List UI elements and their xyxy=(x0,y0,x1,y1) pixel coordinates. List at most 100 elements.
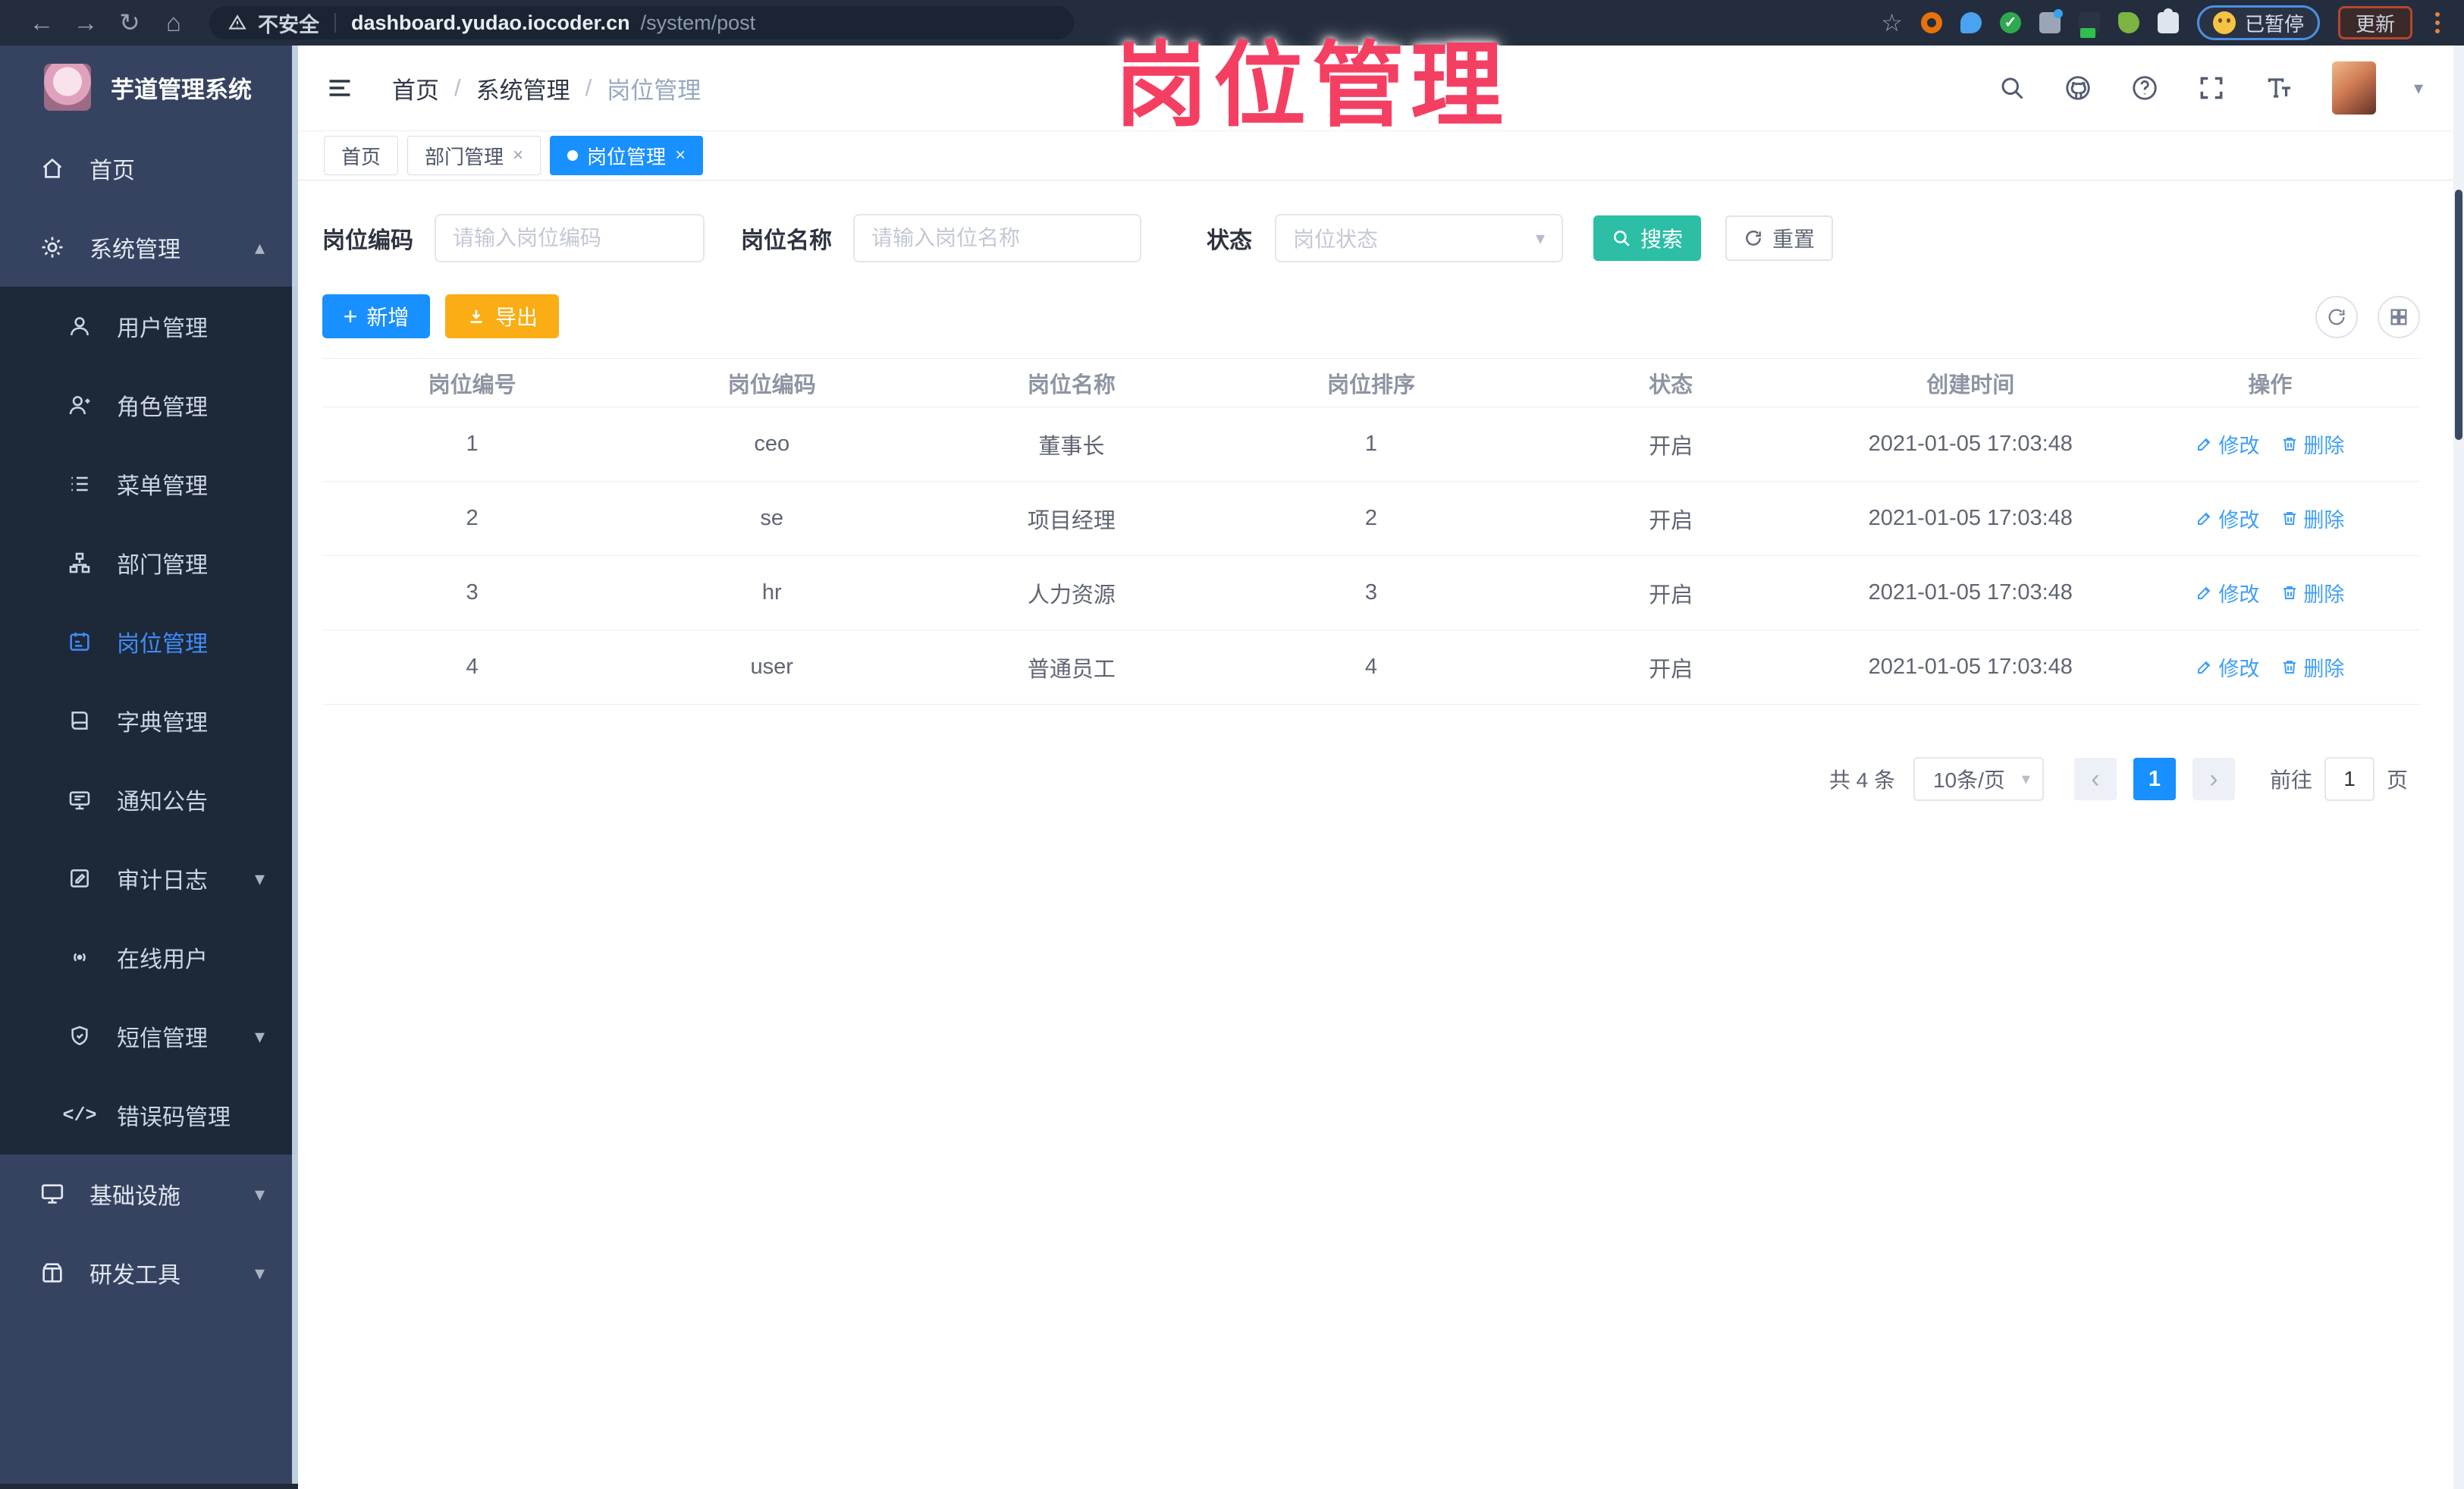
sidebar-item-用户管理[interactable]: 用户管理 xyxy=(0,287,298,366)
edit-label: 修改 xyxy=(2218,657,2260,680)
delete-link[interactable]: 删除 xyxy=(2280,429,2344,459)
status-select[interactable]: 岗位状态 ▾ xyxy=(1275,214,1563,262)
reset-button-label: 重置 xyxy=(1772,228,1815,251)
security-label[interactable]: 不安全 xyxy=(258,8,319,38)
refresh-table-button[interactable] xyxy=(2315,296,2358,338)
goto-page-input[interactable] xyxy=(2324,757,2375,801)
edit-link[interactable]: 修改 xyxy=(2196,504,2259,533)
bookmark-star-icon[interactable]: ☆ xyxy=(1881,8,1903,37)
collapse-sidebar-icon[interactable] xyxy=(324,74,356,102)
sidebar-item-label: 通知公告 xyxy=(117,790,208,815)
breadcrumb-system[interactable]: 系统管理 xyxy=(476,71,570,105)
update-label: 更新 xyxy=(2355,12,2395,36)
font-size-icon[interactable] xyxy=(2264,74,2294,102)
reset-button[interactable]: 重置 xyxy=(1725,215,1833,261)
extension-crx-icon[interactable] xyxy=(2078,12,2100,38)
sidebar-item-岗位管理[interactable]: 岗位管理 xyxy=(0,602,298,681)
search-button[interactable]: 搜索 xyxy=(1593,215,1701,261)
error-code-icon: </> xyxy=(62,1104,97,1126)
column-settings-button[interactable] xyxy=(2378,296,2420,338)
delete-link[interactable]: 删除 xyxy=(2280,652,2344,682)
sidebar-item-审计日志[interactable]: 审计日志 ▾ xyxy=(0,839,298,918)
back-icon[interactable]: ← xyxy=(20,0,64,46)
sidebar-item-研发工具[interactable]: 研发工具 ▾ xyxy=(0,1233,298,1312)
column-header-操作: 操作 xyxy=(2120,358,2420,407)
table-settings xyxy=(2315,296,2420,338)
cell-sort: 2 xyxy=(1221,481,1521,556)
sidebar-item-label: 菜单管理 xyxy=(117,474,208,499)
reload-icon[interactable]: ↻ xyxy=(108,0,152,46)
page-unit-label: 页 xyxy=(2386,768,2408,792)
table-row: 2 se 项目经理 2 开启 2021-01-05 17:03:48 修改 删除 xyxy=(322,481,2420,556)
logo[interactable]: 芋道管理系统 xyxy=(0,46,298,129)
sidebar-item-通知公告[interactable]: 通知公告 xyxy=(0,760,298,839)
close-icon[interactable]: × xyxy=(675,145,686,166)
sidebar-menu: 首页系统管理 ▴ 用户管理 角色管理菜单管理部门管理 岗位管理 字典管理通知公告审计日志 ▾… xyxy=(0,129,298,1312)
extension-check-icon[interactable]: ✓ xyxy=(1999,12,2021,33)
breadcrumb-separator: / xyxy=(585,74,592,101)
sidebar-item-菜单管理[interactable]: 菜单管理 xyxy=(0,445,298,523)
sidebar-item-字典管理[interactable]: 字典管理 xyxy=(0,681,298,760)
sidebar-item-角色管理[interactable]: 角色管理 xyxy=(0,366,298,445)
cell-actions: 修改 删除 xyxy=(2120,481,2420,556)
tab-首页[interactable]: 首页 xyxy=(324,136,399,175)
sidebar-item-错误码管理[interactable]: </> 错误码管理 xyxy=(0,1076,298,1154)
tab-岗位管理[interactable]: 岗位管理 × xyxy=(550,136,704,175)
cell-id: 2 xyxy=(322,481,623,556)
extension-leaf-icon[interactable] xyxy=(2117,12,2139,33)
role-icon xyxy=(69,396,90,415)
extension-donut-icon[interactable] xyxy=(1920,12,1942,33)
post-name-input[interactable] xyxy=(853,214,1141,262)
sidebar-scrollbar[interactable] xyxy=(292,46,298,1489)
extensions-puzzle-icon[interactable] xyxy=(2157,8,2179,33)
address-bar[interactable]: 不安全 dashboard.yudao.iocoder.cn/system/po… xyxy=(209,6,1074,39)
close-icon[interactable]: × xyxy=(513,145,523,166)
sidebar-item-部门管理[interactable]: 部门管理 xyxy=(0,523,298,602)
delete-link[interactable]: 删除 xyxy=(2280,504,2344,533)
tab-部门管理[interactable]: 部门管理 × xyxy=(407,136,541,175)
home-nav-icon[interactable]: ⌂ xyxy=(152,0,196,46)
page-size-select[interactable]: 10条/页 ▾ xyxy=(1913,757,2044,801)
sidebar-item-基础设施[interactable]: 基础设施 ▾ xyxy=(0,1154,298,1233)
browser-menu-icon[interactable] xyxy=(2431,12,2444,33)
help-icon[interactable] xyxy=(2130,74,2159,102)
cell-name: 项目经理 xyxy=(921,481,1222,556)
forward-icon[interactable]: → xyxy=(64,0,108,46)
post-code-input[interactable] xyxy=(435,214,705,262)
user-avatar[interactable] xyxy=(2331,61,2376,115)
export-button[interactable]: 导出 xyxy=(445,294,559,338)
breadcrumb: 首页 / 系统管理 / 岗位管理 xyxy=(392,71,701,105)
sidebar-item-label: 首页 xyxy=(89,159,135,184)
sidebar-item-系统管理[interactable]: 系统管理 ▴ xyxy=(0,208,298,287)
column-header-岗位编号: 岗位编号 xyxy=(322,358,623,407)
page-scrollbar[interactable] xyxy=(2453,46,2464,1489)
extension-keyboard-icon[interactable] xyxy=(2039,9,2063,33)
cell-id: 4 xyxy=(322,630,623,705)
sidebar-item-短信管理[interactable]: 短信管理 ▾ xyxy=(0,997,298,1076)
cell-status: 开启 xyxy=(1521,407,1821,482)
avatar-caret-icon[interactable]: ▾ xyxy=(2414,77,2423,99)
github-icon[interactable] xyxy=(2064,74,2092,102)
fullscreen-icon[interactable] xyxy=(2197,74,2226,102)
edit-link[interactable]: 修改 xyxy=(2196,578,2259,608)
update-button[interactable]: 更新 xyxy=(2337,6,2412,39)
add-button[interactable]: + 新增 xyxy=(322,294,430,338)
next-page-button[interactable]: › xyxy=(2192,758,2235,800)
prev-page-button[interactable]: ‹ xyxy=(2073,758,2117,800)
profile-paused-badge[interactable]: 已暂停 xyxy=(2196,5,2320,40)
sidebar-item-首页[interactable]: 首页 xyxy=(0,129,298,208)
sidebar: 芋道管理系统 首页系统管理 ▴ 用户管理 角色管理菜单管理部门管理 岗位管理 字典管理通知… xyxy=(0,46,298,1489)
scrollbar-thumb[interactable] xyxy=(2455,190,2462,440)
edit-link[interactable]: 修改 xyxy=(2196,652,2259,682)
sidebar-item-在线用户[interactable]: 在线用户 xyxy=(0,918,298,997)
chevron-down-icon: ▾ xyxy=(254,866,265,890)
edit-link[interactable]: 修改 xyxy=(2196,429,2259,459)
extension-drop-icon[interactable] xyxy=(1960,12,1982,33)
delete-link[interactable]: 删除 xyxy=(2280,578,2344,608)
cell-id: 1 xyxy=(322,407,623,482)
breadcrumb-separator: / xyxy=(454,74,461,101)
search-icon[interactable] xyxy=(1998,74,2026,102)
current-page-button[interactable]: 1 xyxy=(2133,758,2176,800)
breadcrumb-home[interactable]: 首页 xyxy=(392,71,439,105)
breadcrumb-current: 岗位管理 xyxy=(607,77,702,104)
